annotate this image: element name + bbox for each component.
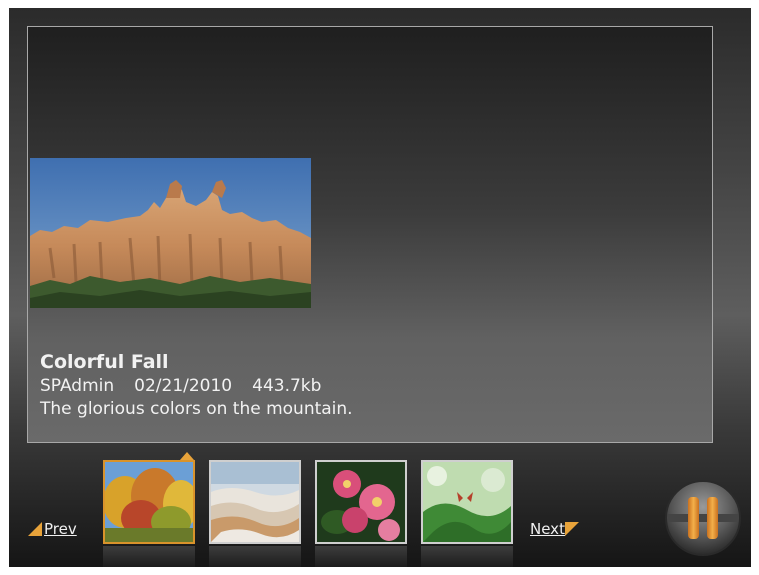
photo-title: Colorful Fall [40, 351, 169, 373]
prev-label: Prev [44, 520, 77, 538]
thumbnail-reflection [315, 546, 407, 567]
pink-flowers-thumbnail [317, 462, 405, 542]
slideshow-viewer: Colorful Fall SPAdmin 02/21/2010 443.7kb T… [9, 8, 751, 567]
butterfly-leaves-thumbnail [423, 462, 511, 542]
prev-arrow-icon [28, 522, 42, 536]
photo-author: SPAdmin [40, 376, 115, 396]
photo-size: 443.7kb [252, 376, 322, 396]
photo-date: 02/21/2010 [134, 376, 233, 396]
selected-thumbnail-marker [180, 452, 194, 460]
thumbnail-reflection [421, 546, 513, 567]
thumbnail-reflection [209, 546, 301, 567]
autumn-trees-thumbnail [105, 462, 193, 542]
pause-button[interactable] [664, 479, 742, 557]
photo-description: The glorious colors on the mountain. [40, 399, 353, 419]
thumbnail-reflection [103, 546, 195, 567]
next-arrow-icon [564, 522, 579, 536]
thumbnail-autumn-trees[interactable] [103, 460, 195, 544]
thumbnail-filmstrip: Prev Next [9, 448, 751, 567]
photo-stage: Colorful Fall SPAdmin 02/21/2010 443.7kb T… [27, 26, 713, 443]
thumbnail-pink-flowers[interactable] [315, 460, 407, 544]
thumbnail-travertine-terraces[interactable] [209, 460, 301, 544]
prev-button[interactable]: Prev [28, 519, 77, 539]
photo-caption: Colorful Fall SPAdmin 02/21/2010 443.7kb T… [40, 349, 353, 421]
next-label: Next [530, 520, 565, 538]
thumbnail-butterfly-leaves[interactable] [421, 460, 513, 544]
pause-icon [665, 480, 741, 556]
next-button[interactable]: Next [530, 519, 579, 539]
rock-formation-image [30, 158, 311, 308]
photo-meta: SPAdmin 02/21/2010 443.7kb [40, 375, 353, 398]
main-photo[interactable] [30, 158, 311, 308]
travertine-terraces-thumbnail [211, 462, 299, 542]
